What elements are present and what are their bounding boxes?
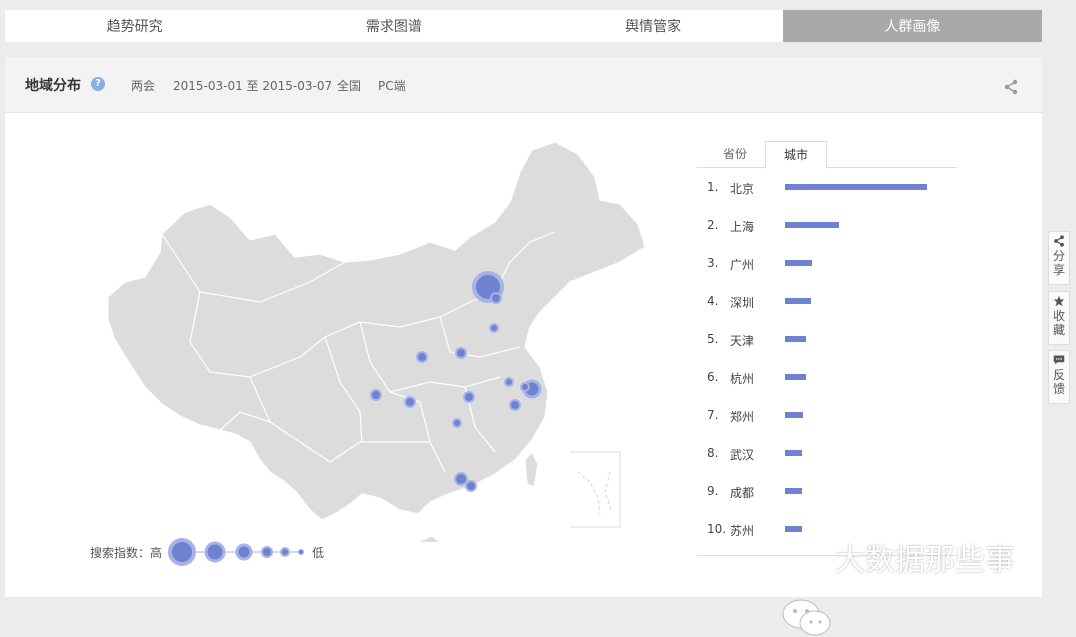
rank-bar: [785, 298, 811, 304]
bubble-changsha[interactable]: [452, 418, 462, 428]
city-name: 苏州: [730, 524, 755, 538]
tab-province[interactable]: 省份: [705, 141, 765, 167]
rank-bar: [785, 184, 927, 190]
map-land: [107, 142, 646, 542]
rank-number: 7.: [707, 408, 719, 422]
ranking-row[interactable]: 6. 杭州: [697, 359, 957, 397]
ranking-row[interactable]: 3. 广州: [697, 245, 957, 283]
city-name: 上海: [730, 220, 755, 234]
ranking-row[interactable]: 8. 武汉: [697, 435, 957, 473]
tab-city[interactable]: 城市: [765, 141, 827, 169]
share-icon: [1054, 235, 1064, 247]
panel-title: 地域分布: [25, 78, 81, 94]
rank-number: 1.: [707, 180, 719, 194]
bubble-zhengzhou[interactable]: [455, 347, 467, 359]
rank-bar: [785, 336, 806, 342]
bubble-nanjing[interactable]: [504, 377, 514, 387]
city-name: 成都: [730, 486, 755, 500]
rank-number: 6.: [707, 370, 719, 384]
city-name: 北京: [730, 182, 755, 196]
rank-bar: [785, 450, 802, 456]
side-feedback-button[interactable]: 反馈: [1048, 350, 1070, 404]
side-favorite-label: 收藏: [1053, 309, 1066, 337]
rank-bar: [785, 222, 839, 228]
city-ranking-list: 1. 北京 2. 上海 3. 广州 4. 深圳 5. 天津 6. 杭州 7. 郑州 8. 武汉 9. 成都 10. 苏…: [697, 169, 957, 549]
ranking-row[interactable]: 9. 成都: [697, 473, 957, 511]
legend-scale: [168, 538, 305, 566]
city-name: 天津: [730, 334, 755, 348]
side-favorite-button[interactable]: 收藏: [1048, 291, 1070, 345]
bubble-suzhou[interactable]: [520, 382, 530, 392]
rank-number: 9.: [707, 484, 719, 498]
rank-number: 10.: [707, 522, 727, 536]
ranking-row[interactable]: 7. 郑州: [697, 397, 957, 435]
side-feedback-label: 反馈: [1053, 368, 1066, 396]
legend-label: 搜索指数：高: [90, 545, 163, 560]
rank-bar: [785, 526, 802, 532]
south-china-sea-inset: [570, 451, 621, 528]
wechat-logo-icon: [782, 599, 831, 636]
share-icon[interactable]: [1003, 79, 1019, 95]
bubble-jinan[interactable]: [489, 323, 499, 333]
rank-bar: [785, 260, 812, 266]
watermark-text: 大数据那些事: [835, 543, 1015, 578]
bubble-guangzhou[interactable]: [454, 472, 468, 486]
ranking-row[interactable]: 4. 深圳: [697, 283, 957, 321]
ranking-row[interactable]: 1. 北京: [697, 169, 957, 207]
city-name: 杭州: [730, 372, 755, 386]
map-legend: 搜索指数：高 低: [90, 537, 324, 567]
region-label: 全国: [337, 79, 362, 93]
china-map: [107, 142, 646, 542]
ranking-row[interactable]: 5. 天津: [697, 321, 957, 359]
star-icon: [1053, 295, 1065, 307]
tab-audience-profile[interactable]: 人群画像: [782, 10, 1042, 42]
rank-bar: [785, 374, 806, 380]
city-name: 深圳: [730, 296, 755, 310]
rank-bar: [785, 412, 803, 418]
rank-number: 3.: [707, 256, 719, 270]
date-range: 2015-03-01 至 2015-03-07: [173, 79, 333, 93]
bubble-wuhan[interactable]: [463, 391, 475, 403]
rank-bar: [785, 488, 802, 494]
panel-header: 地域分布 ? 两会 2015-03-01 至 2015-03-07 全国 PC端: [5, 57, 1042, 113]
keyword-label: 两会: [131, 79, 156, 93]
device-label: PC端: [378, 79, 406, 93]
ranking-tab-bar: 省份 城市: [697, 141, 957, 169]
rank-number: 5.: [707, 332, 719, 346]
city-name: 广州: [730, 258, 755, 272]
bubble-hangzhou[interactable]: [509, 399, 521, 411]
city-name: 武汉: [730, 448, 755, 462]
tab-trend-research[interactable]: 趋势研究: [5, 10, 265, 42]
bubble-chengdu[interactable]: [370, 389, 382, 401]
bubble-xian[interactable]: [416, 351, 428, 363]
help-icon[interactable]: ?: [91, 77, 105, 91]
ranking-row[interactable]: 2. 上海: [697, 207, 957, 245]
bubble-shenzhen[interactable]: [465, 480, 477, 492]
rank-number: 2.: [707, 218, 719, 232]
comment-icon: [1053, 355, 1065, 365]
tab-demand-graph[interactable]: 需求图谱: [264, 10, 524, 42]
tab-sentiment-manager[interactable]: 舆情管家: [523, 10, 783, 42]
geo-distribution-panel: 地域分布 ? 两会 2015-03-01 至 2015-03-07 全国 PC端: [5, 57, 1042, 636]
bubble-chongqing[interactable]: [404, 396, 416, 408]
side-share-button[interactable]: 分享: [1048, 231, 1070, 285]
rank-number: 8.: [707, 446, 719, 460]
legend-low-label: 低: [312, 545, 325, 560]
side-share-label: 分享: [1053, 249, 1066, 277]
city-name: 郑州: [730, 410, 755, 424]
bubble-tianjin[interactable]: [490, 292, 502, 304]
top-tab-bar: 趋势研究 需求图谱 舆情管家 人群画像: [5, 10, 1042, 42]
rank-number: 4.: [707, 294, 719, 308]
